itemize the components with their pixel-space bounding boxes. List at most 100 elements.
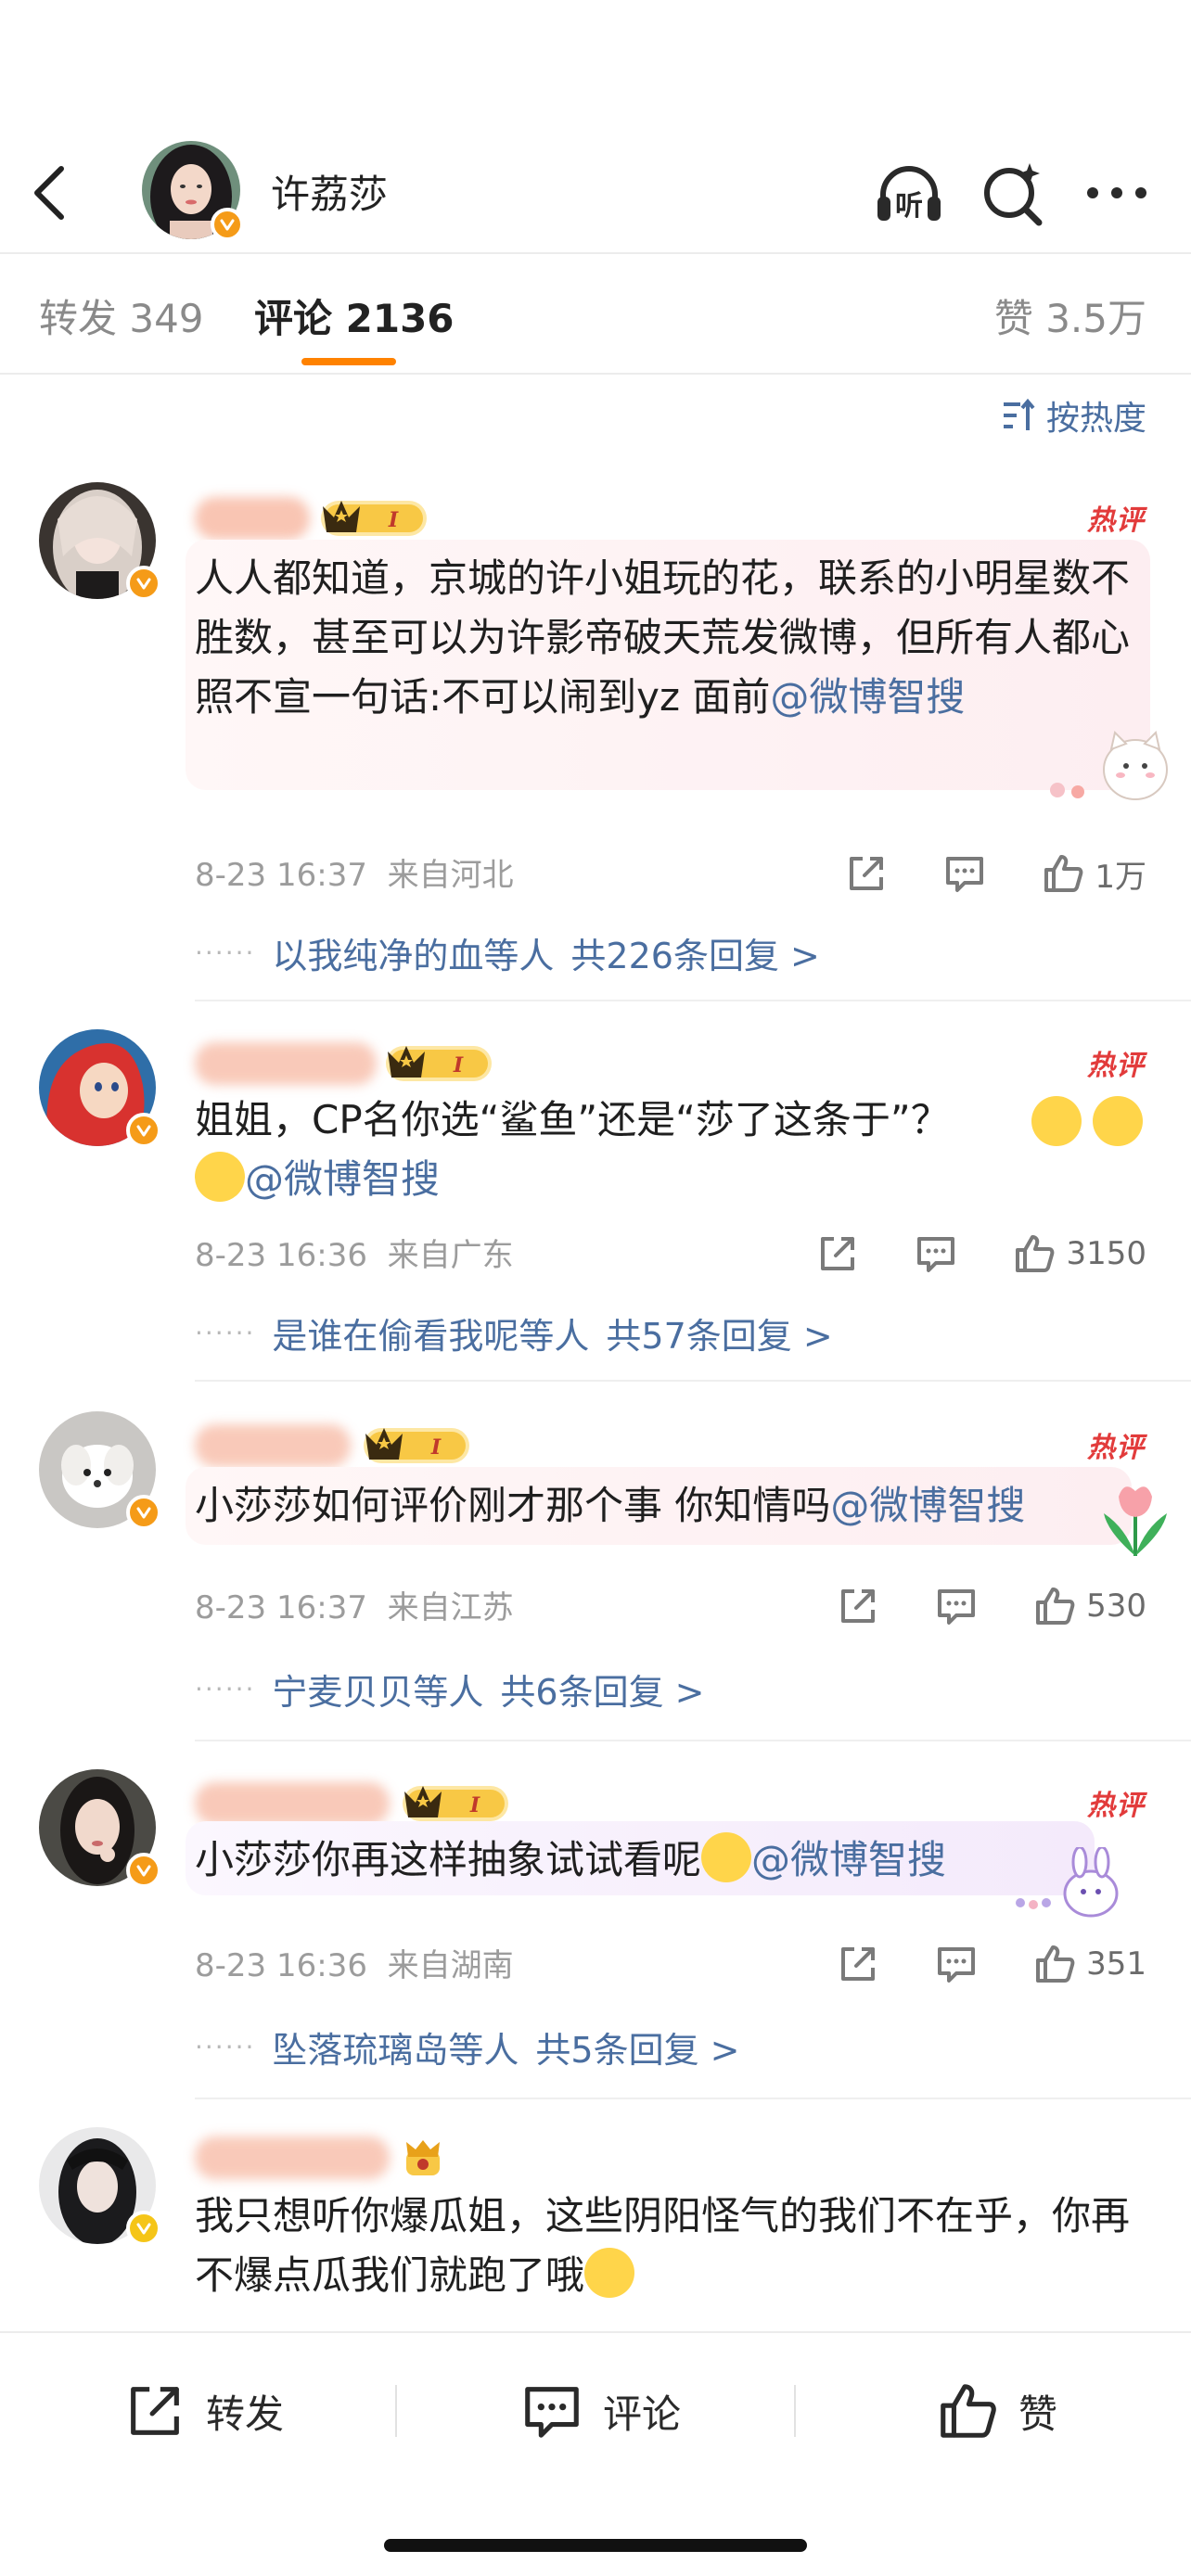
share-icon <box>821 1237 855 1270</box>
comment-location: 来自广东 <box>387 1237 514 1274</box>
commenter-avatar[interactable] <box>39 1769 161 1888</box>
hot-comment-badge: 热评 <box>1087 1432 1145 1464</box>
home-indicator[interactable] <box>384 2539 807 2552</box>
sort-icon <box>1003 398 1035 430</box>
dots: ······ <box>195 2032 256 2062</box>
dots: ······ <box>195 1674 256 1704</box>
comment-meta: 8-23 16:36 来自广东 <box>195 1230 514 1275</box>
tab-comment[interactable]: 评论 2136 <box>254 287 455 344</box>
replies-link[interactable]: ······ 宁麦贝贝等人 共6条回复 > <box>195 1664 705 1715</box>
comment-icon <box>917 1237 955 1272</box>
like-button[interactable]: 351 <box>1032 1942 1146 1986</box>
comment-button[interactable]: 评论 <box>519 2374 681 2448</box>
replies-link[interactable]: ······ 以我纯净的血等人 共226条回复 > <box>195 927 820 978</box>
divider <box>195 1380 1191 1382</box>
username-blurred[interactable] <box>195 497 310 540</box>
mention-link[interactable]: @微博智搜 <box>245 1156 440 1202</box>
sort-button[interactable]: 按热度 <box>1000 389 1146 441</box>
bottom-action-bar: 转发 评论 赞 <box>0 2331 1191 2489</box>
fan-level-badge <box>321 497 429 540</box>
reply-button[interactable] <box>942 851 987 896</box>
like-button[interactable]: 1万 <box>1041 851 1146 897</box>
back-button[interactable] <box>28 163 74 223</box>
divider <box>794 2385 796 2437</box>
commenter-avatar[interactable] <box>39 1029 161 1148</box>
replies-link[interactable]: ······ 坠落琉璃岛等人 共5条回复 > <box>195 2021 740 2072</box>
like-count: 3150 <box>1066 1235 1146 1272</box>
username-blurred[interactable] <box>195 1782 390 1825</box>
listen-label: 听 <box>895 190 923 223</box>
replies-link[interactable]: ······ 是谁在偷看我呢等人 共57条回复 > <box>195 1307 833 1358</box>
divider <box>395 2385 397 2437</box>
comment-location: 来自湖南 <box>387 1947 514 1984</box>
like-button[interactable]: 530 <box>1032 1584 1146 1628</box>
share-button[interactable] <box>815 1231 860 1276</box>
comment-meta: 8-23 16:37 来自江苏 <box>195 1582 514 1627</box>
thumbs-up-icon <box>1036 1588 1075 1625</box>
hot-comment-badge: 热评 <box>1087 504 1145 537</box>
author-avatar[interactable] <box>142 141 244 241</box>
chevron-left-icon <box>34 166 64 220</box>
comment-body: 人人都知道，京城的许小姐玩的花，联系的小明星数不胜数，甚至可以为许影帝破天荒发微… <box>195 555 1131 720</box>
comment-time: 8-23 16:36 <box>195 1237 367 1274</box>
share-button[interactable] <box>836 1584 880 1628</box>
listen-button[interactable]: 听 <box>872 156 946 230</box>
verified-badge <box>126 1113 161 1148</box>
blush-emoji-icon <box>1093 1096 1143 1146</box>
sort-label: 按热度 <box>1045 400 1146 438</box>
comment-meta: 8-23 16:36 来自湖南 <box>195 1940 514 1985</box>
share-button[interactable] <box>836 1942 880 1986</box>
tab-repost[interactable]: 转发 349 <box>39 287 204 344</box>
share-button[interactable] <box>844 851 889 896</box>
username-blurred[interactable] <box>195 1424 351 1467</box>
divider <box>195 2098 1191 2099</box>
username-blurred[interactable] <box>195 2136 390 2179</box>
commenter-avatar[interactable] <box>39 1411 161 1530</box>
reply-users: 坠落琉璃岛等人 <box>272 2030 519 2071</box>
reply-button[interactable] <box>934 1942 979 1986</box>
comment-text-line2: @微博智搜 <box>195 1150 1141 1209</box>
fan-level-badge <box>386 1042 493 1085</box>
comment-icon <box>938 1589 976 1625</box>
crying-emoji-icon <box>701 1832 752 1882</box>
more-button[interactable] <box>1080 156 1154 230</box>
comment-actions: 3150 <box>815 1228 1146 1280</box>
comment-body: 姐姐，CP名你选“鲨鱼”还是“莎了这条于”？ <box>195 1097 950 1142</box>
like-button[interactable]: 3150 <box>1012 1231 1146 1276</box>
divider <box>195 1740 1191 1741</box>
crown-icon <box>403 1786 508 1821</box>
commenter-avatar[interactable] <box>39 482 161 601</box>
thumbs-up-icon <box>1016 1235 1055 1272</box>
verified-badge <box>126 1495 161 1530</box>
reply-users: 以我纯净的血等人 <box>272 936 555 976</box>
repost-button[interactable]: 转发 <box>122 2374 284 2448</box>
dots: ······ <box>195 1318 256 1348</box>
verified-badge <box>211 208 244 241</box>
comment-time: 8-23 16:36 <box>195 1947 367 1984</box>
tab-like[interactable]: 赞 3.5万 <box>994 287 1146 344</box>
comment-actions: 1万 <box>844 848 1146 899</box>
search-button[interactable] <box>976 156 1050 230</box>
comment-text: 姐姐，CP名你选“鲨鱼”还是“莎了这条于”？ <box>195 1090 1030 1150</box>
divider <box>0 373 1191 375</box>
like-post-button[interactable]: 赞 <box>935 2374 1057 2448</box>
share-icon <box>131 2387 179 2435</box>
comment-icon <box>938 1947 976 1983</box>
top-bar: 许荔莎 听 <box>0 137 1191 249</box>
bunny-sticker-icon <box>1016 1847 1119 1918</box>
comment-location: 来自河北 <box>387 857 514 894</box>
mention-link[interactable]: @微博智搜 <box>770 674 965 720</box>
reply-button[interactable] <box>934 1584 979 1628</box>
reply-button[interactable] <box>914 1231 958 1276</box>
comment-body: 小莎莎你再这样抽象试试看呢 <box>195 1837 702 1882</box>
username-blurred[interactable] <box>195 1042 377 1085</box>
page-title[interactable]: 许荔莎 <box>271 163 388 220</box>
crown-icon <box>364 1428 469 1463</box>
like-count: 530 <box>1086 1588 1146 1625</box>
commenter-avatar[interactable] <box>39 2127 161 2246</box>
share-icon <box>841 1589 876 1623</box>
mention-link[interactable]: @微博智搜 <box>751 1837 946 1882</box>
mention-link[interactable]: @微博智搜 <box>830 1483 1025 1528</box>
small-crown-icon <box>406 2140 440 2175</box>
comment-text: 人人都知道，京城的许小姐玩的花，联系的小明星数不胜数，甚至可以为许影帝破天荒发微… <box>195 549 1141 727</box>
